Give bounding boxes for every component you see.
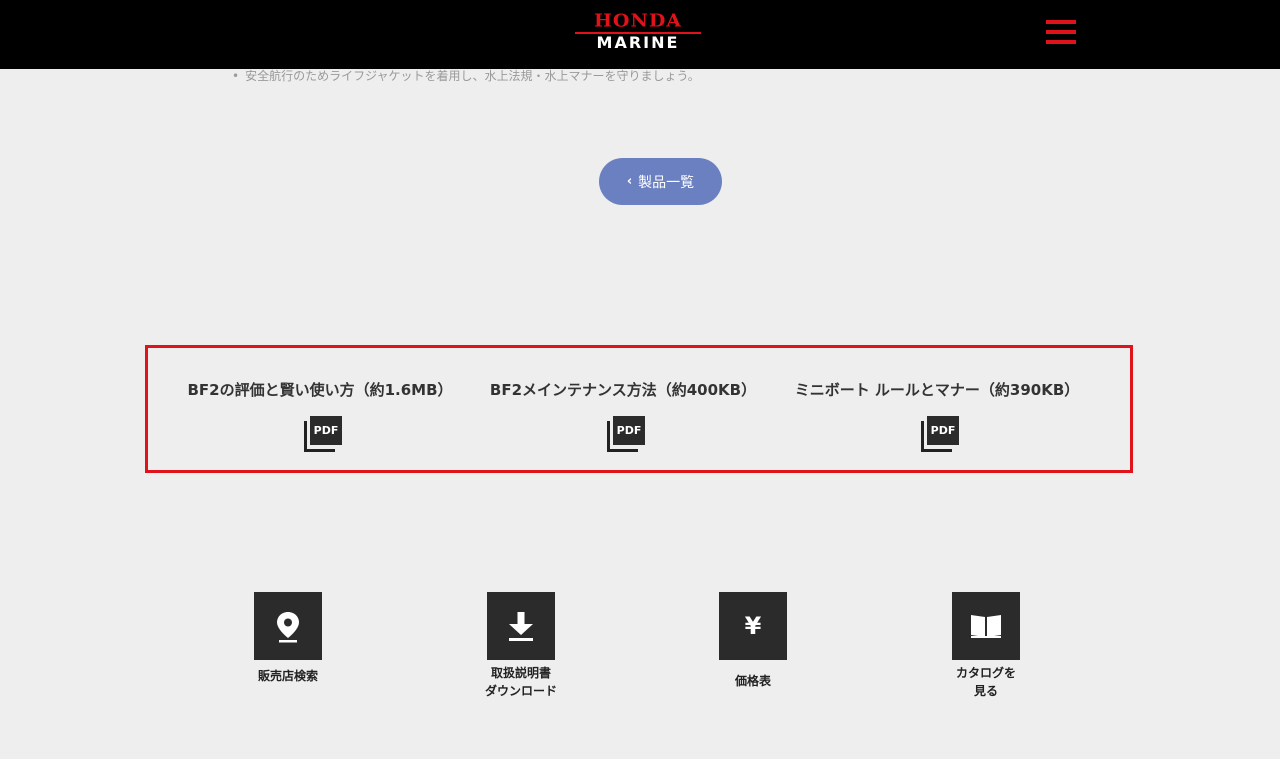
hamburger-icon-bar bbox=[1046, 30, 1076, 34]
hamburger-icon-bar bbox=[1046, 40, 1076, 44]
menu-button[interactable] bbox=[1046, 20, 1076, 44]
catalog-tile[interactable]: カタログを 見る bbox=[952, 592, 1020, 698]
catalog-label: カタログを 見る bbox=[955, 666, 1017, 698]
yen-icon: ¥ bbox=[744, 612, 762, 640]
logo-marine-text: MARINE bbox=[575, 32, 701, 52]
book-icon bbox=[971, 615, 1001, 638]
manual-download-label: 取扱説明書 ダウンロード bbox=[484, 666, 558, 698]
pdf-title[interactable]: BF2の評価と賢い使い方（約1.6MB） bbox=[187, 379, 452, 400]
honda-marine-logo[interactable]: HONDA MARINE bbox=[575, 10, 701, 52]
pdf-title[interactable]: ミニボート ルールとマナー（約390KB） bbox=[795, 379, 1080, 400]
product-list-label: 製品一覧 bbox=[638, 174, 695, 191]
price-list-label: 価格表 bbox=[734, 674, 772, 688]
pdf-icon[interactable]: PDF bbox=[304, 416, 344, 452]
manual-download-tile[interactable]: 取扱説明書 ダウンロード bbox=[485, 592, 557, 698]
dealer-search-label: 販売店検索 bbox=[257, 669, 319, 683]
dealer-search-tile[interactable]: 販売店検索 bbox=[254, 592, 322, 683]
hamburger-icon bbox=[1046, 20, 1076, 24]
logo-honda-text: HONDA bbox=[593, 10, 683, 32]
pdf-icon[interactable]: PDF bbox=[921, 416, 961, 452]
map-pin-icon bbox=[277, 612, 299, 643]
pdf-links-section: BF2の評価と賢い使い方（約1.6MB） PDF BF2メインテナンス方法（約4… bbox=[145, 345, 1133, 473]
safety-note-text: 安全航行のためライフジャケットを着用し、水上法規・水上マナーを守りましょう。 bbox=[245, 69, 700, 83]
product-list-button[interactable]: ‹ 製品一覧 bbox=[599, 158, 722, 205]
safety-note: • 安全航行のためライフジャケットを着用し、水上法規・水上マナーを守りましょう。 bbox=[232, 67, 700, 84]
download-icon bbox=[509, 612, 533, 641]
pdf-icon[interactable]: PDF bbox=[607, 416, 647, 452]
bullet-icon: • bbox=[232, 69, 240, 83]
chevron-left-icon: ‹ bbox=[626, 174, 633, 189]
price-list-tile[interactable]: ¥ 価格表 bbox=[719, 592, 787, 688]
pdf-title[interactable]: BF2メインテナンス方法（約400KB） bbox=[490, 379, 756, 400]
site-header: HONDA MARINE bbox=[0, 0, 1280, 69]
